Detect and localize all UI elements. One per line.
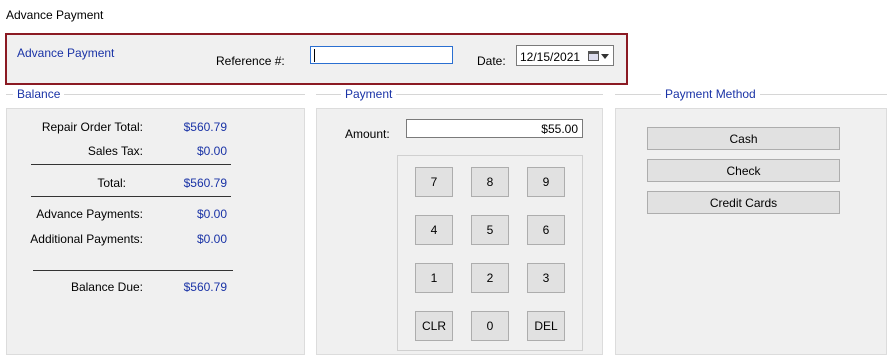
key-clear[interactable]: CLR <box>415 311 453 341</box>
total-label: Total: <box>97 176 126 190</box>
key-2[interactable]: 2 <box>471 263 509 293</box>
key-5[interactable]: 5 <box>471 215 509 245</box>
header-group-label: Advance Payment <box>17 46 115 60</box>
text-caret <box>314 49 315 62</box>
balance-due-label: Balance Due: <box>70 280 143 294</box>
payment-heading: Payment <box>341 87 397 101</box>
calendar-icon[interactable] <box>588 51 599 61</box>
key-delete[interactable]: DEL <box>527 311 565 341</box>
additional-payments-label: Additional Payments: <box>30 232 143 246</box>
date-label: Date: <box>477 54 506 68</box>
reference-label: Reference #: <box>216 54 285 68</box>
repair-order-total-label: Repair Order Total: <box>41 120 143 134</box>
date-value: 12/15/2021 <box>520 50 581 64</box>
chevron-down-icon[interactable] <box>601 54 609 59</box>
balance-heading: Balance <box>13 87 65 101</box>
check-button[interactable]: Check <box>647 159 840 182</box>
key-6[interactable]: 6 <box>527 215 565 245</box>
balance-divider-line <box>33 270 233 271</box>
advance-payments-label: Advance Payments: <box>36 207 143 221</box>
additional-payments-value: $0.00 <box>196 232 227 246</box>
key-1[interactable]: 1 <box>415 263 453 293</box>
key-0[interactable]: 0 <box>471 311 509 341</box>
advance-payments-value: $0.00 <box>196 207 227 221</box>
credit-cards-button[interactable]: Credit Cards <box>647 191 840 214</box>
balance-divider-line <box>31 164 231 165</box>
window-title: Advance Payment <box>6 8 104 22</box>
key-4[interactable]: 4 <box>415 215 453 245</box>
balance-divider-line <box>31 196 231 197</box>
balance-due-value: $560.79 <box>183 280 227 294</box>
amount-field[interactable]: $55.00 <box>406 119 583 138</box>
key-7[interactable]: 7 <box>415 167 453 197</box>
cash-button[interactable]: Cash <box>647 127 840 150</box>
total-value: $560.79 <box>183 176 227 190</box>
amount-label: Amount: <box>345 127 390 141</box>
sales-tax-value: $0.00 <box>196 144 227 158</box>
payment-method-heading: Payment Method <box>661 87 760 101</box>
reference-input[interactable] <box>310 46 453 64</box>
sales-tax-label: Sales Tax: <box>87 144 143 158</box>
key-3[interactable]: 3 <box>527 263 565 293</box>
key-9[interactable]: 9 <box>527 167 565 197</box>
key-8[interactable]: 8 <box>471 167 509 197</box>
repair-order-total-value: $560.79 <box>183 120 227 134</box>
